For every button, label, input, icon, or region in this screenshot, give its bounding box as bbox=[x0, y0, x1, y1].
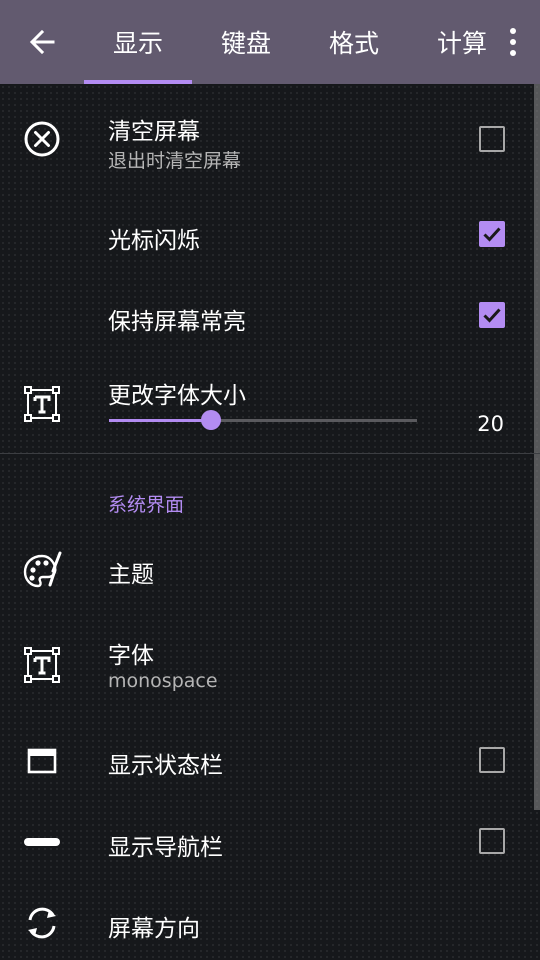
back-button[interactable] bbox=[14, 22, 70, 62]
setting-cursor-blink[interactable]: 光标闪烁 bbox=[0, 206, 540, 264]
more-vertical-icon bbox=[510, 26, 516, 58]
nav-bar-checkbox[interactable] bbox=[479, 828, 505, 854]
setting-title: 清空屏幕 bbox=[108, 119, 200, 145]
setting-title: 字体 bbox=[108, 643, 154, 669]
minus-bar-icon bbox=[22, 822, 62, 862]
rotate-icon bbox=[22, 903, 62, 943]
setting-title: 更改字体大小 bbox=[108, 383, 246, 409]
check-icon bbox=[483, 308, 501, 323]
window-icon bbox=[22, 741, 62, 781]
arrow-left-icon bbox=[29, 29, 55, 55]
keep-screen-on-checkbox[interactable] bbox=[479, 302, 505, 328]
status-bar-checkbox[interactable] bbox=[479, 747, 505, 773]
cursor-blink-checkbox[interactable] bbox=[479, 221, 505, 247]
tab-keyboard[interactable]: 键盘 bbox=[192, 0, 300, 84]
tab-format[interactable]: 格式 bbox=[300, 0, 408, 84]
setting-subtitle: monospace bbox=[108, 670, 218, 692]
setting-title: 显示导航栏 bbox=[108, 835, 223, 861]
setting-title: 屏幕方向 bbox=[108, 916, 200, 942]
check-icon bbox=[483, 227, 501, 242]
tab-indicator bbox=[84, 80, 192, 84]
tab-display[interactable]: 显示 bbox=[84, 0, 192, 84]
setting-title: 主题 bbox=[108, 562, 154, 588]
tab-label: 键盘 bbox=[220, 29, 271, 58]
tab-bar: 显示 键盘 格式 计算 bbox=[84, 0, 500, 84]
font-size-value: 20 bbox=[477, 412, 504, 436]
setting-font-size: 更改字体大小 bbox=[0, 364, 540, 444]
setting-title: 光标闪烁 bbox=[108, 228, 200, 254]
clear-screen-checkbox[interactable] bbox=[479, 126, 505, 152]
setting-status-bar[interactable]: 显示状态栏 bbox=[0, 732, 540, 790]
top-app-bar: 显示 键盘 格式 计算 bbox=[0, 0, 540, 84]
setting-nav-bar[interactable]: 显示导航栏 bbox=[0, 813, 540, 871]
font-size-slider[interactable] bbox=[109, 419, 417, 422]
setting-font[interactable]: 字体 monospace bbox=[0, 630, 540, 704]
setting-theme[interactable]: 主题 bbox=[0, 540, 540, 602]
tab-label: 显示 bbox=[112, 29, 163, 58]
palette-icon bbox=[22, 551, 62, 591]
more-options-button[interactable] bbox=[502, 26, 524, 58]
slider-fill bbox=[109, 419, 211, 422]
slider-thumb[interactable] bbox=[200, 410, 221, 430]
tab-calculate[interactable]: 计算 bbox=[408, 0, 500, 84]
section-divider bbox=[0, 453, 540, 454]
setting-title: 显示状态栏 bbox=[108, 753, 223, 779]
text-box-icon bbox=[22, 645, 62, 685]
setting-clear-screen[interactable]: 清空屏幕 退出时清空屏幕 bbox=[0, 104, 540, 176]
setting-subtitle: 退出时清空屏幕 bbox=[108, 150, 242, 172]
tab-label: 格式 bbox=[328, 29, 379, 58]
setting-title: 保持屏幕常亮 bbox=[108, 309, 246, 335]
setting-keep-screen-on[interactable]: 保持屏幕常亮 bbox=[0, 287, 540, 345]
close-circle-icon bbox=[22, 119, 62, 159]
tab-label: 计算 bbox=[436, 29, 487, 58]
text-box-icon bbox=[22, 384, 62, 424]
section-header-system-ui: 系统界面 bbox=[108, 494, 185, 516]
setting-orientation[interactable]: 屏幕方向 bbox=[0, 894, 540, 952]
